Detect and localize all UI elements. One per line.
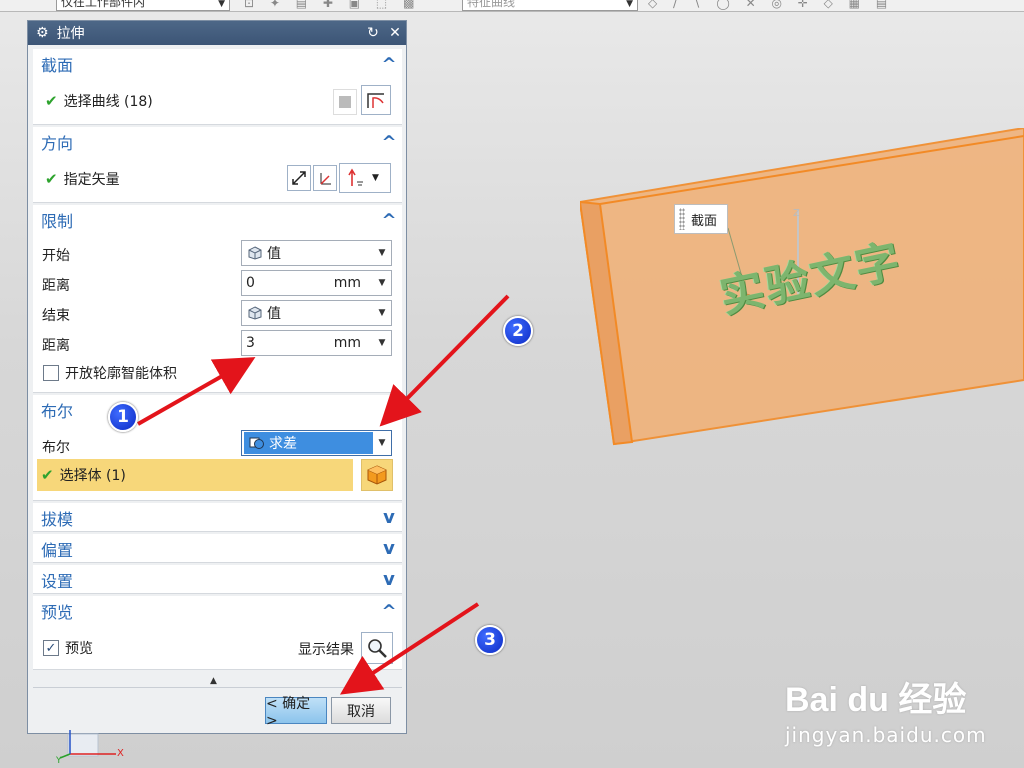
arrow-1 (137, 357, 256, 426)
watermark-site: jingyan.baidu.com (785, 723, 987, 747)
annotation-arrows (137, 294, 510, 695)
arrow-3 (339, 602, 480, 695)
step-badge-3: 3 (475, 625, 505, 655)
watermark: Bai du 经验 jingyan.baidu.com (785, 672, 987, 747)
step-badge-2: 2 (503, 316, 533, 346)
step-badge-1: 1 (108, 402, 138, 432)
arrow-2 (379, 294, 510, 427)
watermark-brand: Bai du 经验 (785, 681, 967, 719)
